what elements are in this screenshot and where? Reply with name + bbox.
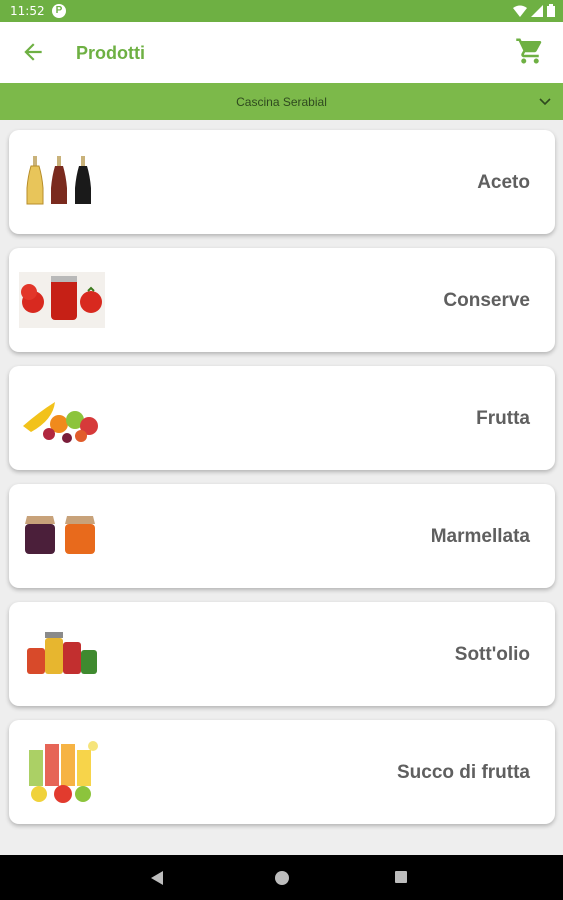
- jam-jars-image: [25, 516, 95, 554]
- tomato-preserves-image: [19, 272, 105, 328]
- category-card-marmellata[interactable]: Marmellata: [9, 484, 555, 588]
- signal-icon: [531, 4, 543, 17]
- category-label: Conserve: [443, 290, 530, 311]
- system-nav-bar: [0, 855, 563, 900]
- category-card-frutta[interactable]: Frutta: [9, 366, 555, 470]
- category-card-succo-di-frutta[interactable]: Succo di frutta: [9, 720, 555, 824]
- wifi-icon: [513, 5, 527, 17]
- recents-icon[interactable]: [394, 870, 408, 884]
- status-icons: [513, 4, 555, 17]
- category-card-aceto[interactable]: Aceto: [9, 130, 555, 234]
- category-card-sottolio[interactable]: Sott'olio: [9, 602, 555, 706]
- category-label: Aceto: [477, 172, 530, 193]
- status-time: 11:52: [10, 4, 45, 18]
- status-bar: 11:52 P: [0, 0, 563, 22]
- back-icon[interactable]: [150, 870, 164, 886]
- vinegar-bottles-image: [26, 156, 91, 205]
- preserved-jars-image: [27, 632, 97, 674]
- p-circle-icon: P: [52, 4, 66, 18]
- page-title: Prodotti: [76, 43, 145, 63]
- shopping-cart-icon[interactable]: [515, 36, 545, 66]
- chevron-down-icon: [539, 98, 551, 106]
- category-label: Succo di frutta: [396, 762, 530, 783]
- category-label: Frutta: [476, 408, 530, 429]
- fruit-juice-image: [29, 741, 98, 803]
- fruit-image: [23, 402, 98, 443]
- arrow-back-icon[interactable]: [20, 39, 46, 65]
- category-list: Aceto Conserve Frutta Marmellata Sott'ol…: [0, 120, 563, 855]
- category-label: Sott'olio: [454, 644, 530, 665]
- battery-icon: [547, 4, 555, 17]
- store-selector-label: Cascina Serabial: [236, 95, 327, 109]
- home-icon[interactable]: [274, 870, 290, 886]
- category-card-conserve[interactable]: Conserve: [9, 248, 555, 352]
- store-selector[interactable]: Cascina Serabial: [0, 83, 563, 120]
- app-bar: Prodotti: [0, 22, 563, 83]
- category-label: Marmellata: [430, 526, 530, 547]
